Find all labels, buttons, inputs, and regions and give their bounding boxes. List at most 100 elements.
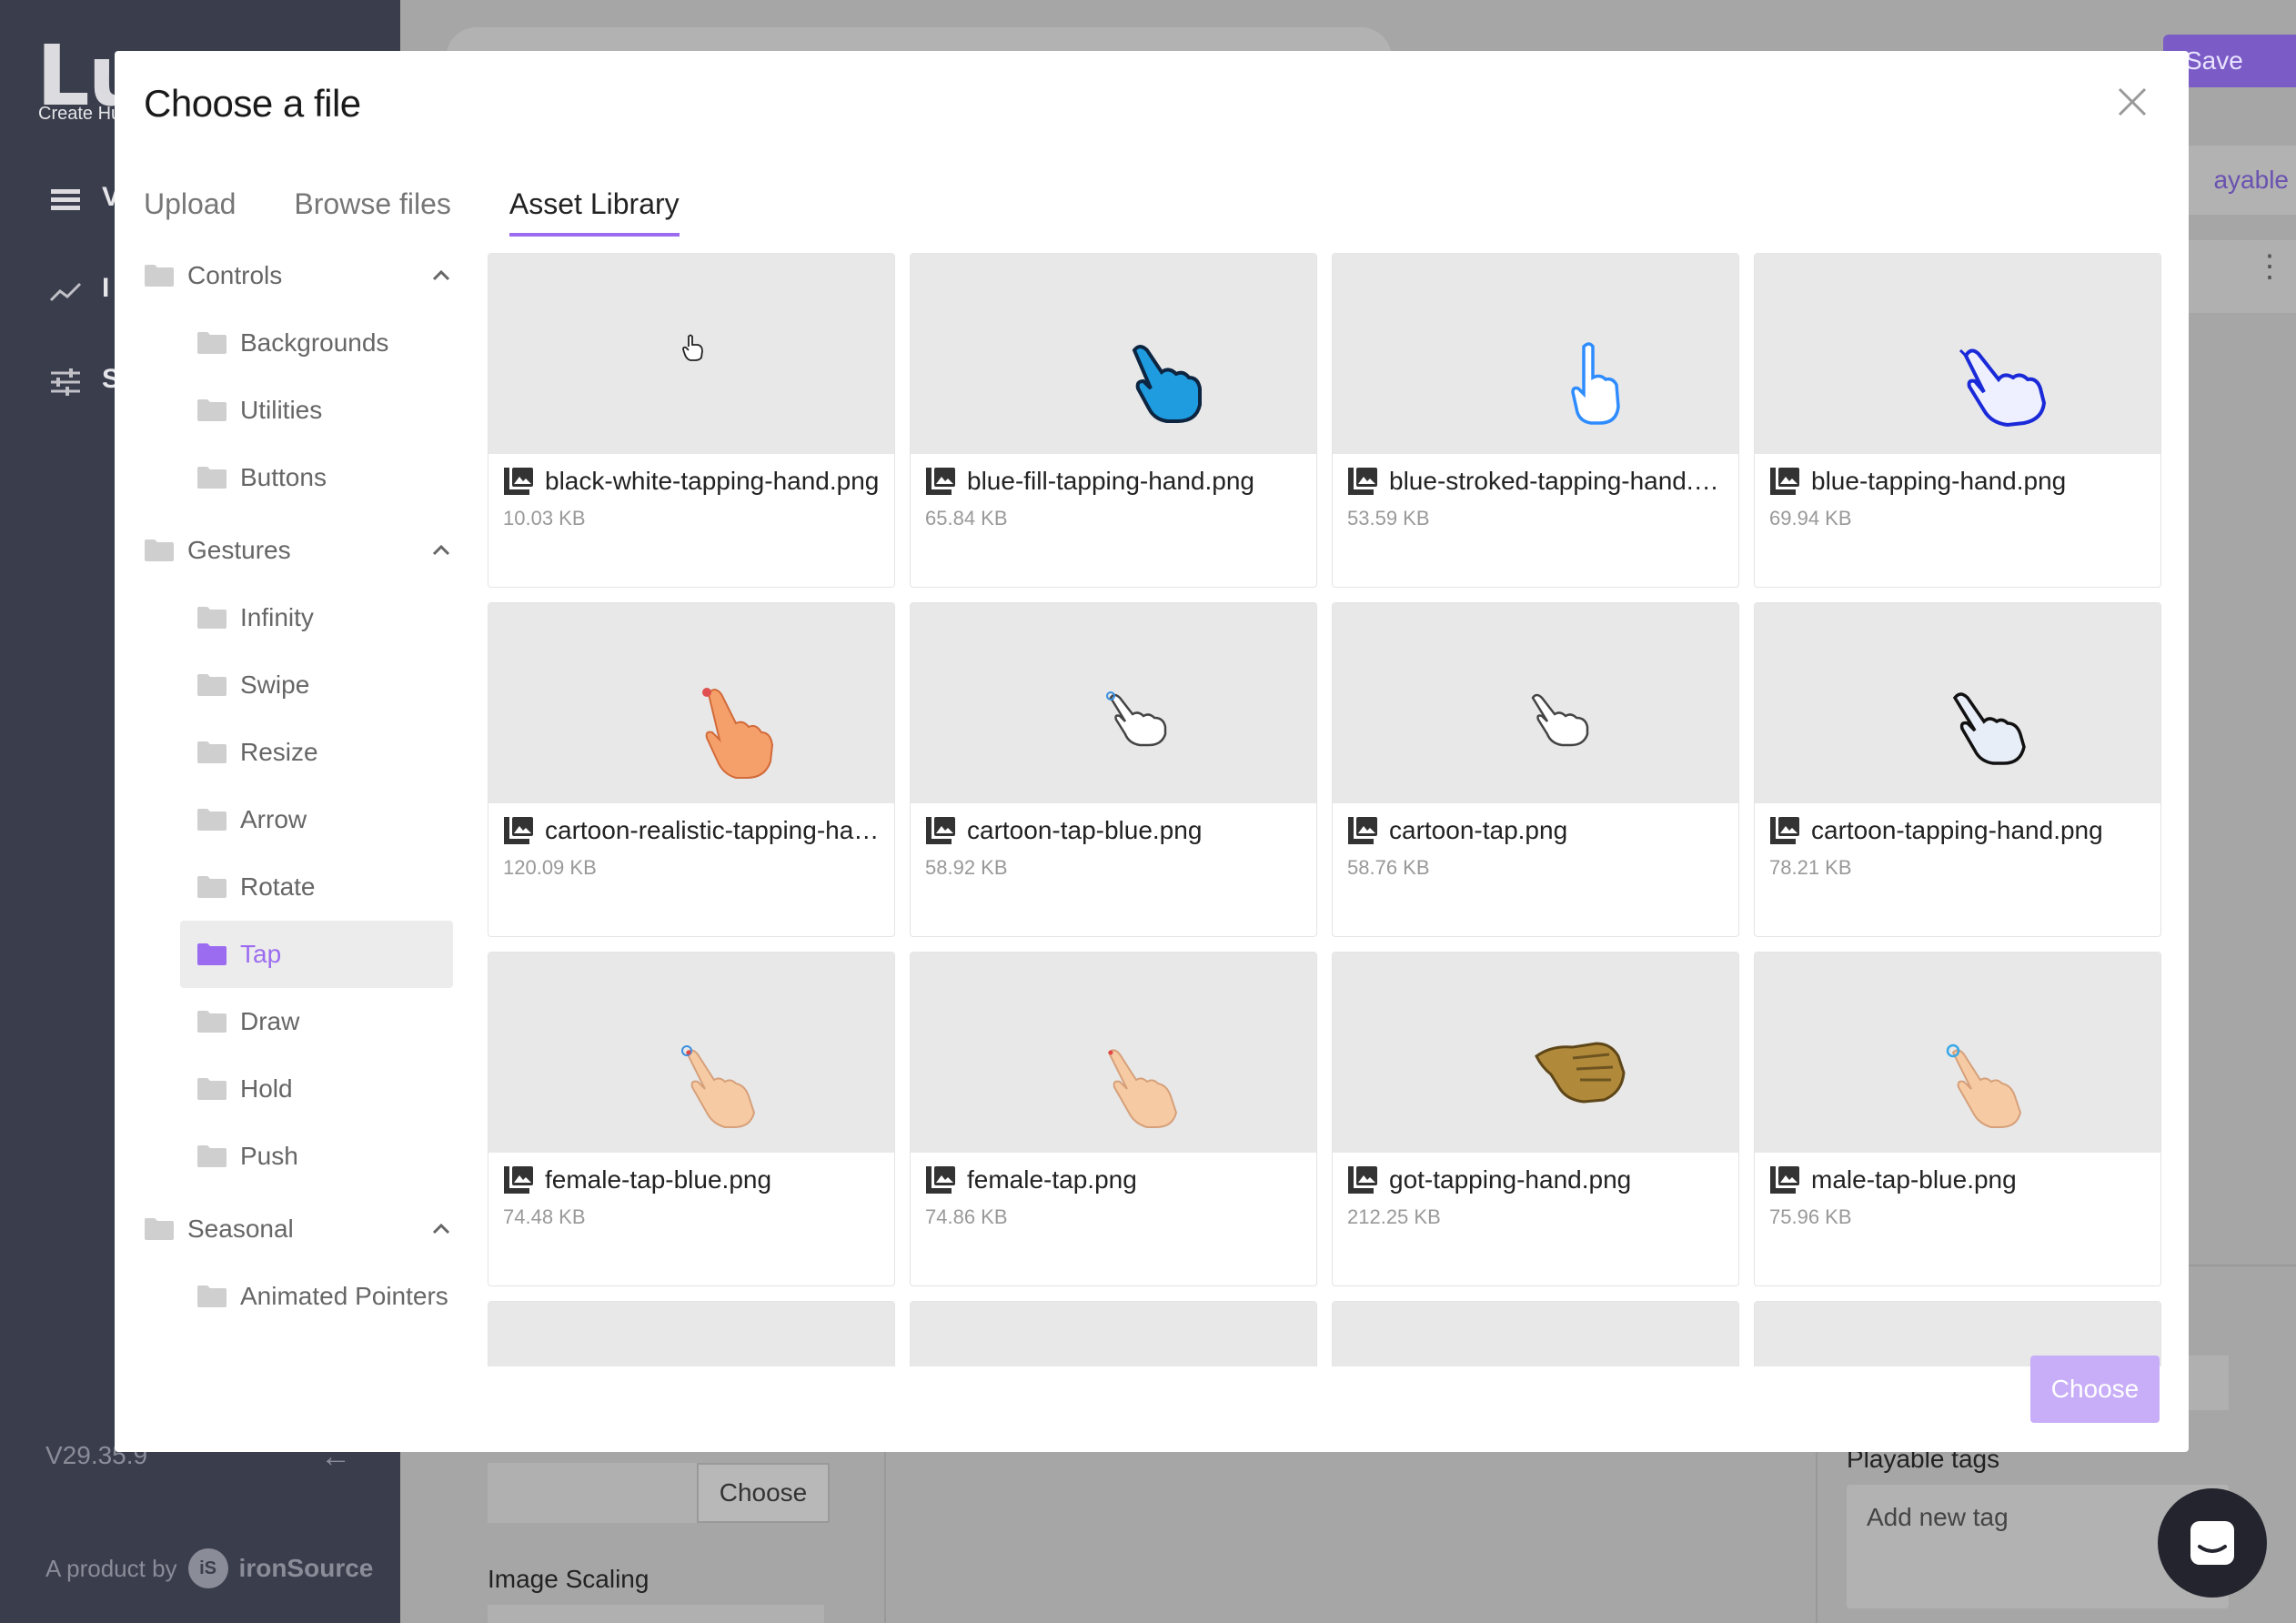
- asset-card[interactable]: blue-stroked-tapping-hand.png 53.59 KB: [1332, 253, 1739, 588]
- blue-tapping-hand-icon: [1959, 348, 2047, 428]
- nav-label-2[interactable]: I: [102, 273, 109, 304]
- asset-card[interactable]: black-white-tapping-hand.png 10.03 KB: [488, 253, 895, 588]
- folder-icon: [197, 399, 227, 421]
- choose-button[interactable]: Choose: [2030, 1356, 2160, 1423]
- tree-item-draw[interactable]: Draw: [144, 988, 473, 1055]
- chevron-up-icon[interactable]: [429, 1217, 453, 1241]
- kebab-menu-icon[interactable]: ⋮: [2254, 251, 2285, 282]
- tree-item-resize[interactable]: Resize: [144, 719, 473, 786]
- tab-upload[interactable]: Upload: [144, 186, 236, 237]
- asset-thumbnail: [911, 953, 1316, 1153]
- asset-card[interactable]: female-tap.png 74.86 KB: [910, 952, 1317, 1286]
- tree-item-utilities[interactable]: Utilities: [144, 377, 473, 444]
- tree-item-arrow[interactable]: Arrow: [144, 786, 473, 853]
- chat-launcher-button[interactable]: [2158, 1488, 2267, 1598]
- image-file-icon: [504, 817, 533, 844]
- tree-item-label: Buttons: [240, 463, 327, 491]
- asset-card[interactable]: female-tap-blue.png 74.48 KB: [488, 952, 895, 1286]
- tree-group-label: Controls: [187, 261, 283, 289]
- tree-group-gestures[interactable]: Gestures: [144, 517, 473, 584]
- male-tap-blue-icon: [1946, 1043, 2022, 1128]
- asset-grid-scroll[interactable]: black-white-tapping-hand.png 10.03 KB bl…: [488, 253, 2163, 1366]
- asset-card[interactable]: male-tap-blue.png 75.96 KB: [1754, 952, 2161, 1286]
- chevron-up-icon[interactable]: [429, 264, 453, 287]
- tree-item-animated-pointers[interactable]: Animated Pointers: [144, 1263, 473, 1330]
- tree-item-infinity[interactable]: Infinity: [144, 584, 473, 651]
- tree-item-rotate[interactable]: Rotate: [144, 853, 473, 921]
- image-file-icon: [1770, 817, 1799, 844]
- asset-name-row: female-tap-blue.png: [503, 1165, 880, 1195]
- asset-card[interactable]: cartoon-realistic-tapping-han... 120.09 …: [488, 602, 895, 937]
- asset-card[interactable]: blue-tapping-hand.png 69.94 KB: [1754, 253, 2161, 588]
- tree-item-label: Rotate: [240, 872, 316, 901]
- blue-fill-hand-icon: [1132, 345, 1202, 423]
- asset-card[interactable]: cartoon-tap.png 58.76 KB: [1332, 602, 1739, 937]
- asset-card[interactable]: cartoon-tap-blue.png 58.92 KB: [910, 602, 1317, 937]
- asset-thumbnail: [1755, 603, 2160, 803]
- asset-info: blue-tapping-hand.png 69.94 KB: [1755, 454, 2160, 543]
- asset-info: male-tap-blue.png 75.96 KB: [1755, 1153, 2160, 1242]
- asset-name-row: cartoon-realistic-tapping-han...: [503, 816, 880, 845]
- list-icon[interactable]: [49, 184, 82, 217]
- tab-browse-files[interactable]: Browse files: [294, 186, 451, 237]
- asset-thumbnail: [488, 953, 894, 1153]
- chevron-up-icon[interactable]: [429, 539, 453, 562]
- blue-stroked-hand-icon: [1571, 342, 1620, 425]
- asset-card[interactable]: [488, 1301, 895, 1366]
- image-scaling-select[interactable]: [488, 1605, 824, 1623]
- asset-thumbnail: [1333, 603, 1738, 803]
- asset-size: 74.86 KB: [925, 1205, 1008, 1228]
- asset-card[interactable]: cartoon-tapping-hand.png 78.21 KB: [1754, 602, 2161, 937]
- asset-size: 78.21 KB: [1769, 856, 1852, 879]
- tree-item-push[interactable]: Push: [144, 1123, 473, 1190]
- asset-card[interactable]: got-tapping-hand.png 212.25 KB: [1332, 952, 1739, 1286]
- asset-size: 53.59 KB: [1347, 507, 1430, 529]
- ironsource-logo-icon: iS: [187, 1548, 228, 1588]
- modal-title: Choose a file: [144, 82, 361, 125]
- tree-item-buttons[interactable]: Buttons: [144, 444, 473, 511]
- asset-name-row: cartoon-tap.png: [1347, 816, 1724, 845]
- image-file-icon: [1348, 1166, 1377, 1194]
- tab-asset-library[interactable]: Asset Library: [509, 186, 680, 237]
- tree-item-backgrounds[interactable]: Backgrounds: [144, 309, 473, 377]
- asset-name-row: male-tap-blue.png: [1769, 1165, 2146, 1195]
- file-field[interactable]: [488, 1463, 699, 1523]
- asset-name-row: cartoon-tap-blue.png: [925, 816, 1302, 845]
- tree-item-label: Hold: [240, 1074, 293, 1103]
- tree-group-controls[interactable]: Controls: [144, 242, 473, 309]
- tree-item-swipe[interactable]: Swipe: [144, 651, 473, 719]
- company-name: ironSource: [238, 1554, 374, 1582]
- folder-icon: [197, 467, 227, 489]
- folder-icon: [145, 539, 174, 561]
- sliders-icon[interactable]: [49, 366, 82, 398]
- folder-icon: [197, 876, 227, 898]
- asset-info: cartoon-realistic-tapping-han... 120.09 …: [488, 803, 894, 892]
- tree-group-label: Gestures: [187, 536, 291, 564]
- asset-card[interactable]: [910, 1301, 1317, 1366]
- asset-info: cartoon-tap-blue.png 58.92 KB: [911, 803, 1316, 892]
- cartoon-tap-blue-icon: [1106, 691, 1167, 747]
- tree-item-hold[interactable]: Hold: [144, 1055, 473, 1123]
- asset-thumbnail: [488, 603, 894, 803]
- asset-info: female-tap.png 74.86 KB: [911, 1153, 1316, 1242]
- asset-thumbnail: [488, 1302, 894, 1366]
- asset-card[interactable]: blue-fill-tapping-hand.png 65.84 KB: [910, 253, 1317, 588]
- asset-size: 69.94 KB: [1769, 507, 1852, 529]
- female-tap-blue-icon: [681, 1045, 756, 1128]
- image-file-icon: [1770, 468, 1799, 495]
- folder-icon: [145, 1218, 174, 1240]
- asset-info: cartoon-tapping-hand.png 78.21 KB: [1755, 803, 2160, 892]
- tree-item-tap[interactable]: Tap: [180, 921, 453, 988]
- asset-card[interactable]: [1332, 1301, 1739, 1366]
- asset-name: got-tapping-hand.png: [1389, 1165, 1632, 1194]
- asset-info: blue-fill-tapping-hand.png 65.84 KB: [911, 454, 1316, 543]
- close-icon[interactable]: [2112, 82, 2152, 122]
- asset-name: blue-tapping-hand.png: [1811, 467, 2067, 495]
- background-choose-button[interactable]: Choose: [697, 1463, 830, 1523]
- asset-name: cartoon-tapping-hand.png: [1811, 816, 2103, 844]
- asset-name-row: black-white-tapping-hand.png: [503, 467, 880, 496]
- asset-grid: black-white-tapping-hand.png 10.03 KB bl…: [488, 253, 2163, 1366]
- tree-group-seasonal[interactable]: Seasonal: [144, 1195, 473, 1263]
- small-outline-hand-icon: [682, 334, 703, 361]
- trend-icon[interactable]: [49, 275, 82, 307]
